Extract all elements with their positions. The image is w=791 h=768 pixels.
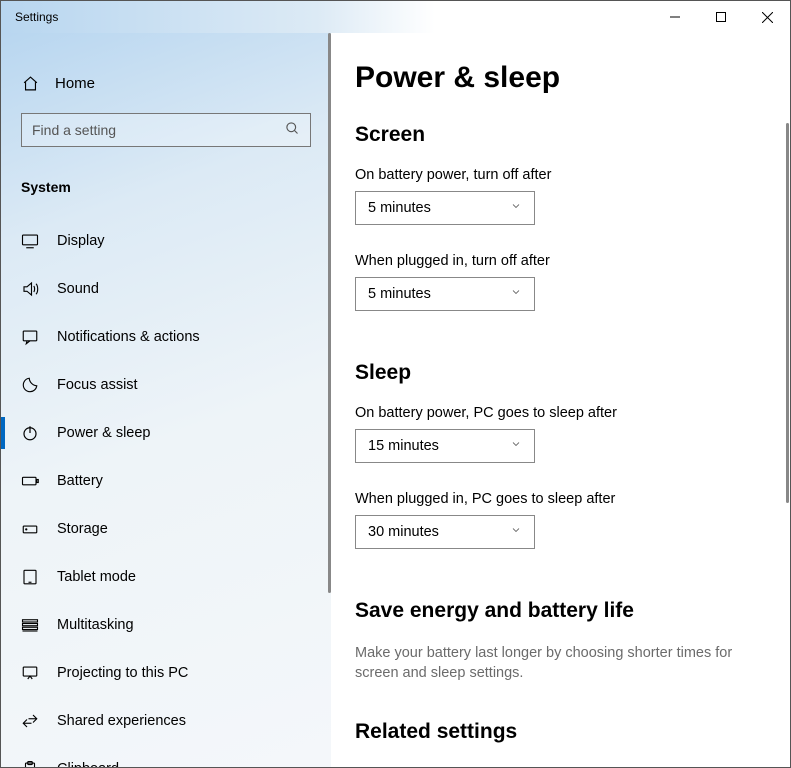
sidebar-item-label: Multitasking xyxy=(57,617,134,633)
chevron-down-icon xyxy=(510,524,522,540)
tablet-icon xyxy=(21,568,39,586)
sidebar-item-label: Sound xyxy=(57,281,99,297)
titlebar: Settings xyxy=(1,1,790,33)
sidebar-item-label: Tablet mode xyxy=(57,569,136,585)
storage-icon xyxy=(21,520,39,538)
sidebar-item-power-sleep[interactable]: Power & sleep xyxy=(1,409,331,457)
clipboard-icon xyxy=(21,760,39,767)
focus-assist-icon xyxy=(21,376,39,394)
content-scrollbar[interactable] xyxy=(786,123,789,503)
search-icon xyxy=(285,121,300,139)
search-placeholder: Find a setting xyxy=(32,122,285,138)
sleep-battery-dropdown[interactable]: 15 minutes xyxy=(355,429,535,463)
multitasking-icon xyxy=(21,616,39,634)
maximize-button[interactable] xyxy=(698,1,744,33)
sidebar-item-clipboard[interactable]: Clipboard xyxy=(1,745,331,767)
page-title: Power & sleep xyxy=(355,61,766,95)
close-button[interactable] xyxy=(744,1,790,33)
shared-icon xyxy=(21,712,39,730)
search-input[interactable]: Find a setting xyxy=(21,113,311,147)
sidebar-item-sound[interactable]: Sound xyxy=(1,265,331,313)
chevron-down-icon xyxy=(510,438,522,454)
sleep-heading: Sleep xyxy=(355,361,766,385)
sidebar-item-battery[interactable]: Battery xyxy=(1,457,331,505)
related-heading: Related settings xyxy=(355,720,766,744)
sidebar-item-label: Storage xyxy=(57,521,108,537)
sidebar-item-label: Projecting to this PC xyxy=(57,665,188,681)
sound-icon xyxy=(21,280,39,298)
sidebar-section-header: System xyxy=(1,155,331,207)
sidebar-item-projecting[interactable]: Projecting to this PC xyxy=(1,649,331,697)
dropdown-value: 5 minutes xyxy=(368,286,431,302)
sidebar-item-multitasking[interactable]: Multitasking xyxy=(1,601,331,649)
sidebar-nav: Display Sound Notifications & actions Fo… xyxy=(1,217,331,767)
content-pane: Power & sleep Screen On battery power, t… xyxy=(331,33,790,767)
projecting-icon xyxy=(21,664,39,682)
energy-text: Make your battery last longer by choosin… xyxy=(355,643,766,684)
sidebar-item-label: Battery xyxy=(57,473,103,489)
sidebar-item-tablet-mode[interactable]: Tablet mode xyxy=(1,553,331,601)
screen-battery-label: On battery power, turn off after xyxy=(355,167,766,183)
sidebar-item-label: Display xyxy=(57,233,105,249)
dropdown-value: 5 minutes xyxy=(368,200,431,216)
sidebar-item-label: Focus assist xyxy=(57,377,138,393)
sidebar-item-shared-experiences[interactable]: Shared experiences xyxy=(1,697,331,745)
screen-heading: Screen xyxy=(355,123,766,147)
sidebar-item-label: Clipboard xyxy=(57,761,119,767)
home-label: Home xyxy=(55,75,95,92)
dropdown-value: 30 minutes xyxy=(368,524,439,540)
minimize-button[interactable] xyxy=(652,1,698,33)
sidebar-item-focus-assist[interactable]: Focus assist xyxy=(1,361,331,409)
energy-heading: Save energy and battery life xyxy=(355,599,766,623)
sleep-plugged-dropdown[interactable]: 30 minutes xyxy=(355,515,535,549)
home-link[interactable]: Home xyxy=(1,61,331,105)
sleep-plugged-label: When plugged in, PC goes to sleep after xyxy=(355,491,766,507)
chevron-down-icon xyxy=(510,200,522,216)
home-icon xyxy=(21,75,39,92)
sidebar-item-storage[interactable]: Storage xyxy=(1,505,331,553)
sidebar-item-label: Power & sleep xyxy=(57,425,151,441)
sidebar-item-label: Shared experiences xyxy=(57,713,186,729)
power-icon xyxy=(21,424,39,442)
window-title: Settings xyxy=(1,10,58,24)
display-icon xyxy=(21,232,39,250)
sidebar-item-label: Notifications & actions xyxy=(57,329,200,345)
chevron-down-icon xyxy=(510,286,522,302)
notifications-icon xyxy=(21,328,39,346)
sidebar-item-display[interactable]: Display xyxy=(1,217,331,265)
battery-icon xyxy=(21,472,39,490)
screen-plugged-label: When plugged in, turn off after xyxy=(355,253,766,269)
screen-battery-dropdown[interactable]: 5 minutes xyxy=(355,191,535,225)
sidebar: Home Find a setting System Display xyxy=(1,33,331,767)
dropdown-value: 15 minutes xyxy=(368,438,439,454)
sidebar-item-notifications[interactable]: Notifications & actions xyxy=(1,313,331,361)
sleep-battery-label: On battery power, PC goes to sleep after xyxy=(355,405,766,421)
screen-plugged-dropdown[interactable]: 5 minutes xyxy=(355,277,535,311)
